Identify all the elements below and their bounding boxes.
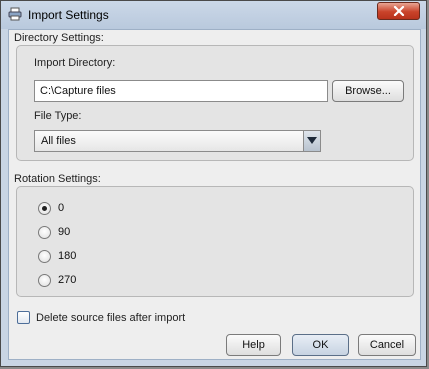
delete-source-label[interactable]: Delete source files after import [36, 312, 185, 324]
directory-settings-label: Directory Settings: [14, 32, 104, 44]
cancel-button[interactable]: Cancel [358, 334, 416, 356]
import-settings-dialog: Import Settings Directory Settings: Impo… [0, 0, 427, 367]
file-type-value: All files [41, 135, 76, 147]
directory-settings-group: Import Directory: Browse... File Type: A… [16, 45, 414, 161]
radio-button[interactable] [38, 250, 51, 263]
close-icon [393, 6, 405, 16]
radio-button[interactable] [38, 202, 51, 215]
radio-label: 180 [58, 250, 77, 262]
delete-source-checkbox[interactable] [17, 311, 30, 324]
file-type-select[interactable]: All files [34, 130, 321, 152]
radio-button[interactable] [38, 274, 51, 287]
radio-label: 90 [58, 226, 71, 238]
window-title: Import Settings [28, 8, 109, 22]
dropdown-button[interactable] [303, 131, 320, 151]
import-directory-input[interactable] [34, 80, 328, 102]
radio-button[interactable] [38, 226, 51, 239]
help-button[interactable]: Help [226, 334, 281, 356]
close-button[interactable] [377, 2, 420, 20]
printer-icon [8, 7, 22, 21]
radio-label: 0 [58, 202, 65, 214]
browse-button[interactable]: Browse... [332, 80, 404, 102]
rotation-settings-label: Rotation Settings: [14, 173, 101, 185]
chevron-down-icon [307, 137, 317, 144]
rotation-settings-group: 0 90 180 270 [16, 186, 414, 297]
dialog-content: Directory Settings: Import Directory: Br… [8, 29, 421, 360]
import-directory-label: Import Directory: [34, 57, 116, 69]
radio-label: 270 [58, 274, 77, 286]
file-type-label: File Type: [34, 110, 82, 122]
title-bar[interactable]: Import Settings [1, 1, 426, 29]
ok-button[interactable]: OK [292, 334, 349, 356]
